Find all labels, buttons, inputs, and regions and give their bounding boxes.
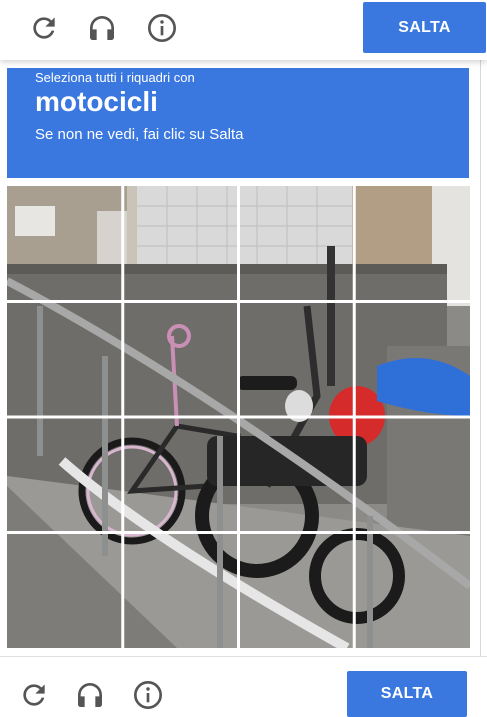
info-icon[interactable] — [130, 677, 166, 713]
top-toolbar: SALTA — [0, 0, 487, 60]
instruction-banner: Seleziona tutti i riquadri con motocicli… — [7, 68, 469, 178]
skip-button[interactable]: SALTA — [347, 671, 467, 717]
info-icon[interactable] — [144, 10, 180, 46]
reload-icon[interactable] — [16, 677, 52, 713]
image-grid — [7, 186, 470, 648]
grid-tile[interactable] — [240, 186, 354, 300]
reload-icon[interactable] — [26, 10, 62, 46]
grid-tile[interactable] — [240, 418, 354, 532]
skip-button[interactable]: SALTA — [363, 2, 486, 53]
grid-tile[interactable] — [356, 534, 470, 648]
instruction-hint: Se non ne vedi, fai clic su Salta — [35, 126, 244, 143]
grid-tile[interactable] — [356, 418, 470, 532]
grid-tile[interactable] — [123, 186, 237, 300]
grid-tile[interactable] — [240, 534, 354, 648]
headphones-icon[interactable] — [72, 677, 108, 713]
grid-tile[interactable] — [7, 302, 121, 416]
grid-tile[interactable] — [123, 534, 237, 648]
grid-tile[interactable] — [7, 418, 121, 532]
target-object: motocicli — [35, 86, 158, 117]
instruction-text: Seleziona tutti i riquadri con — [35, 70, 195, 85]
grid-tile[interactable] — [356, 302, 470, 416]
headphones-icon[interactable] — [84, 10, 120, 46]
grid-tile[interactable] — [123, 302, 237, 416]
grid-tile[interactable] — [7, 534, 121, 648]
bottom-toolbar: SALTA — [0, 656, 487, 717]
grid-tile[interactable] — [123, 418, 237, 532]
grid-tile[interactable] — [356, 186, 470, 300]
grid-tile[interactable] — [7, 186, 121, 300]
grid-tile[interactable] — [240, 302, 354, 416]
